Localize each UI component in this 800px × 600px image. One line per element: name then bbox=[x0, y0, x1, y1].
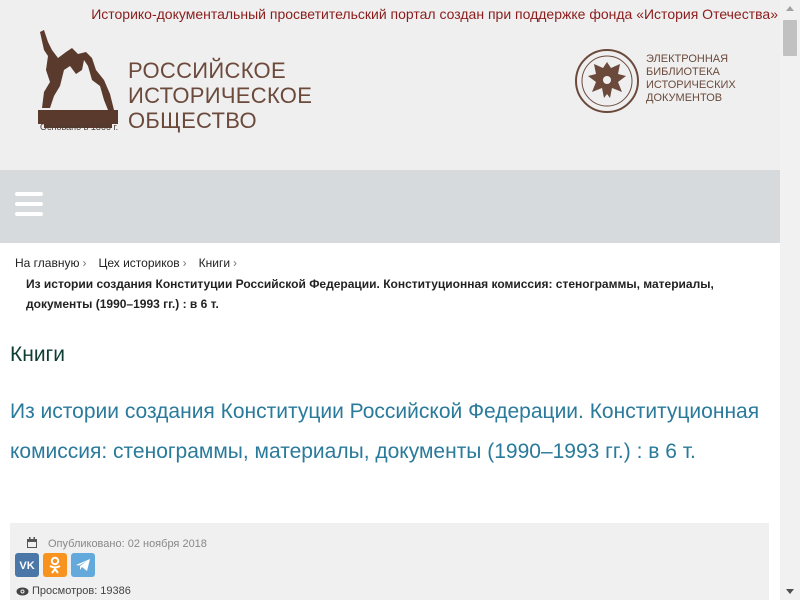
chevron-right-icon: › bbox=[182, 256, 187, 270]
hamburger-menu-icon[interactable] bbox=[15, 192, 43, 216]
view-count: Просмотров: 19386 bbox=[32, 585, 131, 597]
eye-icon bbox=[16, 587, 29, 596]
page: Историко-документальный просветительский… bbox=[0, 0, 800, 600]
chevron-right-icon: › bbox=[82, 256, 87, 270]
double-headed-eagle-seal-icon bbox=[575, 49, 639, 113]
published-date: Опубликовано: 02 ноября 2018 bbox=[48, 538, 207, 550]
rio-title: РОССИЙСКОЕ ИСТОРИЧЕСКОЕ ОБЩЕСТВО bbox=[128, 58, 312, 133]
share-ok-button[interactable] bbox=[43, 553, 67, 577]
chevron-right-icon: › bbox=[233, 256, 238, 270]
library-title-line: БИБЛИОТЕКА bbox=[646, 66, 720, 78]
calendar-icon bbox=[27, 537, 37, 548]
monument-icon bbox=[38, 30, 118, 128]
main-navbar bbox=[0, 170, 780, 243]
breadcrumb: На главную › Цех историков › Книги › bbox=[15, 256, 249, 270]
library-title: ЭЛЕКТРОННАЯ БИБЛИОТЕКА ИСТОРИЧЕСКИХ ДОКУ… bbox=[646, 53, 736, 105]
odnoklassniki-icon bbox=[49, 556, 61, 574]
library-logo[interactable]: ЭЛЕКТРОННАЯ БИБЛИОТЕКА ИСТОРИЧЕСКИХ ДОКУ… bbox=[574, 48, 764, 118]
rio-logo[interactable]: Основано в 1866 г. РОССИЙСКОЕ ИСТОРИЧЕСК… bbox=[30, 30, 330, 136]
rio-title-line: ОБЩЕСТВО bbox=[128, 108, 257, 133]
vk-icon: VK bbox=[19, 560, 34, 572]
portal-tagline: Историко-документальный просветительский… bbox=[91, 6, 778, 22]
share-telegram-button[interactable] bbox=[71, 553, 95, 577]
vertical-scrollbar[interactable] bbox=[780, 0, 800, 600]
svg-text:VK: VK bbox=[19, 560, 34, 572]
library-title-line: ИСТОРИЧЕСКИХ bbox=[646, 79, 736, 91]
library-title-line: ДОКУМЕНТОВ bbox=[646, 92, 723, 104]
section-title: Книги bbox=[10, 343, 65, 366]
library-title-line: ЭЛЕКТРОННАЯ bbox=[646, 53, 729, 65]
article-meta: Опубликовано: 02 ноября 2018 VK Просмотр… bbox=[10, 523, 769, 600]
founded-label: Основано в 1866 г. bbox=[40, 122, 119, 132]
rio-title-line: РОССИЙСКОЕ bbox=[128, 58, 286, 83]
rio-title-line: ИСТОРИЧЕСКОЕ bbox=[128, 83, 313, 108]
site-header: Историко-документальный просветительский… bbox=[0, 0, 780, 170]
scroll-up-arrow-icon[interactable] bbox=[780, 0, 800, 17]
breadcrumb-historians[interactable]: Цех историков bbox=[98, 256, 179, 270]
share-vk-button[interactable]: VK bbox=[15, 553, 39, 577]
scrollbar-thumb[interactable] bbox=[783, 20, 797, 56]
article-title[interactable]: Из истории создания Конституции Российск… bbox=[10, 392, 770, 472]
breadcrumb-home[interactable]: На главную bbox=[15, 256, 79, 270]
scroll-down-arrow-icon[interactable] bbox=[780, 583, 800, 600]
breadcrumb-current: Из истории создания Конституции Российск… bbox=[26, 277, 714, 311]
telegram-icon bbox=[76, 559, 90, 571]
breadcrumb-books[interactable]: Книги bbox=[199, 256, 230, 270]
